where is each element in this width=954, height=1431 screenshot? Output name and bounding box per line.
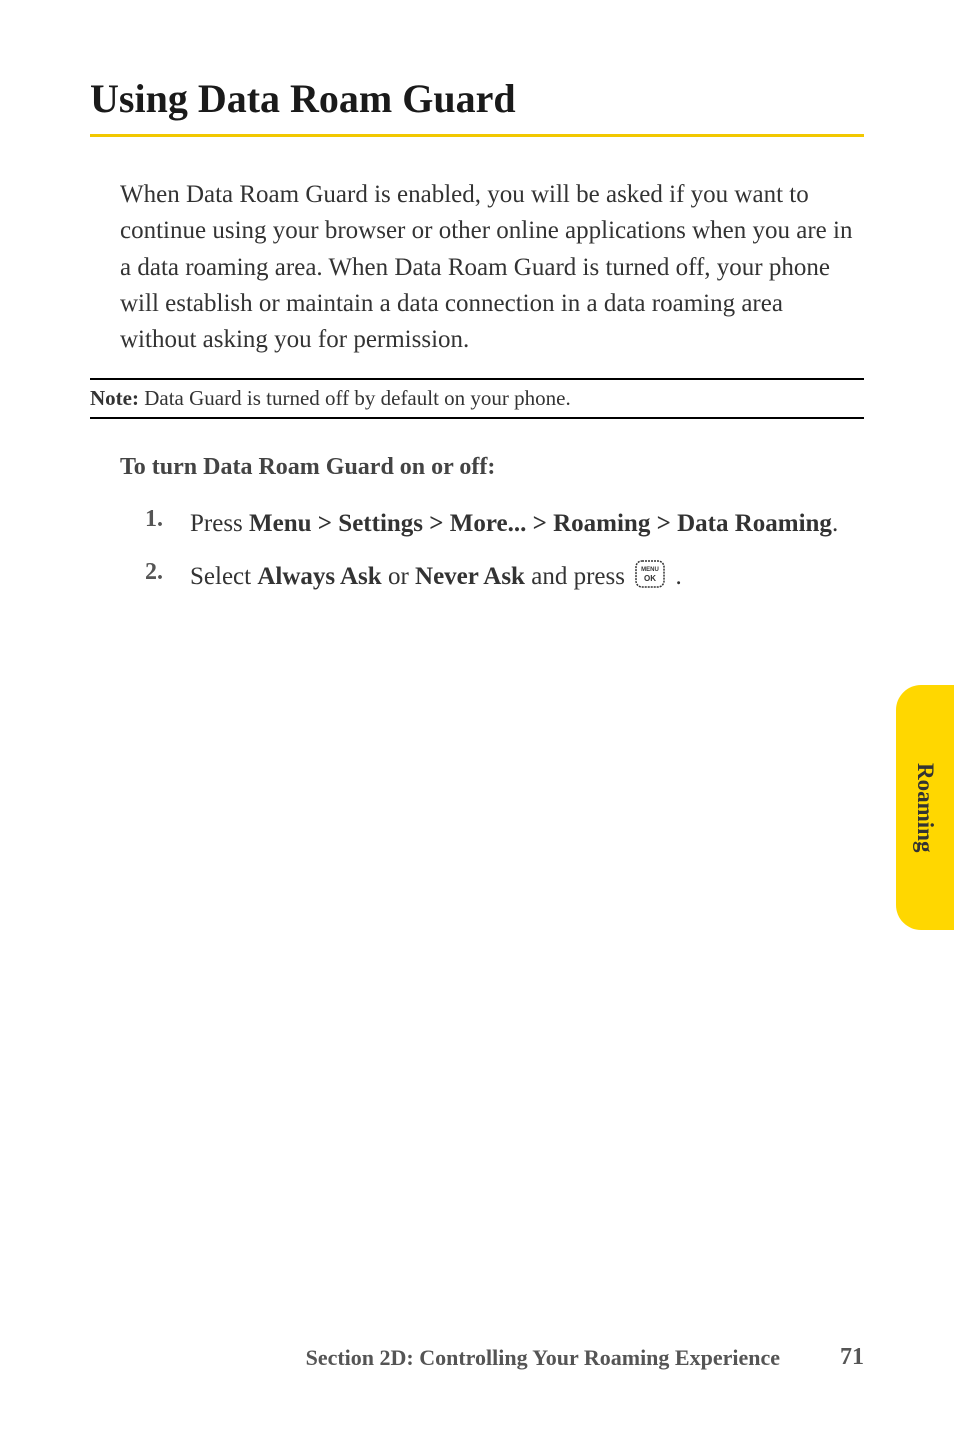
note-box: Note: Data Guard is turned off by defaul… bbox=[90, 378, 864, 419]
step-bold: Never Ask bbox=[415, 563, 525, 590]
body-paragraph: When Data Roam Guard is enabled, you wil… bbox=[90, 177, 864, 358]
step-bold: Always Ask bbox=[257, 563, 381, 590]
step-number: 2. bbox=[145, 559, 190, 597]
step-number: 1. bbox=[145, 506, 190, 541]
step-content: Select Always Ask or Never Ask and press… bbox=[190, 559, 864, 597]
heading-underline bbox=[90, 134, 864, 137]
note-text: Note: Data Guard is turned off by defaul… bbox=[90, 386, 864, 411]
step-pre: Press bbox=[190, 510, 249, 537]
page-title: Using Data Roam Guard bbox=[90, 75, 864, 122]
note-content: Data Guard is turned off by default on y… bbox=[139, 386, 571, 410]
step-mid: or bbox=[382, 563, 415, 590]
step-bold: Menu > Settings > More... > Roaming > Da… bbox=[249, 510, 832, 537]
step-2: 2. Select Always Ask or Never Ask and pr… bbox=[90, 559, 864, 597]
svg-text:MENU: MENU bbox=[641, 567, 659, 573]
step-post: . bbox=[832, 510, 838, 537]
note-label: Note: bbox=[90, 386, 139, 410]
svg-text:OK: OK bbox=[644, 574, 656, 583]
side-tab: Roaming bbox=[896, 685, 954, 930]
sub-heading: To turn Data Roam Guard on or off: bbox=[90, 454, 864, 481]
menu-ok-icon: MENUOK bbox=[635, 560, 665, 598]
footer-page-number: 71 bbox=[840, 1344, 864, 1371]
footer-section: Section 2D: Controlling Your Roaming Exp… bbox=[306, 1345, 780, 1371]
step-content: Press Menu > Settings > More... > Roamin… bbox=[190, 506, 864, 541]
step-1: 1. Press Menu > Settings > More... > Roa… bbox=[90, 506, 864, 541]
step-end: . bbox=[669, 563, 682, 590]
step-pre: Select bbox=[190, 563, 257, 590]
page-footer: Section 2D: Controlling Your Roaming Exp… bbox=[0, 1344, 954, 1371]
side-tab-label: Roaming bbox=[912, 763, 938, 852]
step-post: and press bbox=[525, 563, 631, 590]
